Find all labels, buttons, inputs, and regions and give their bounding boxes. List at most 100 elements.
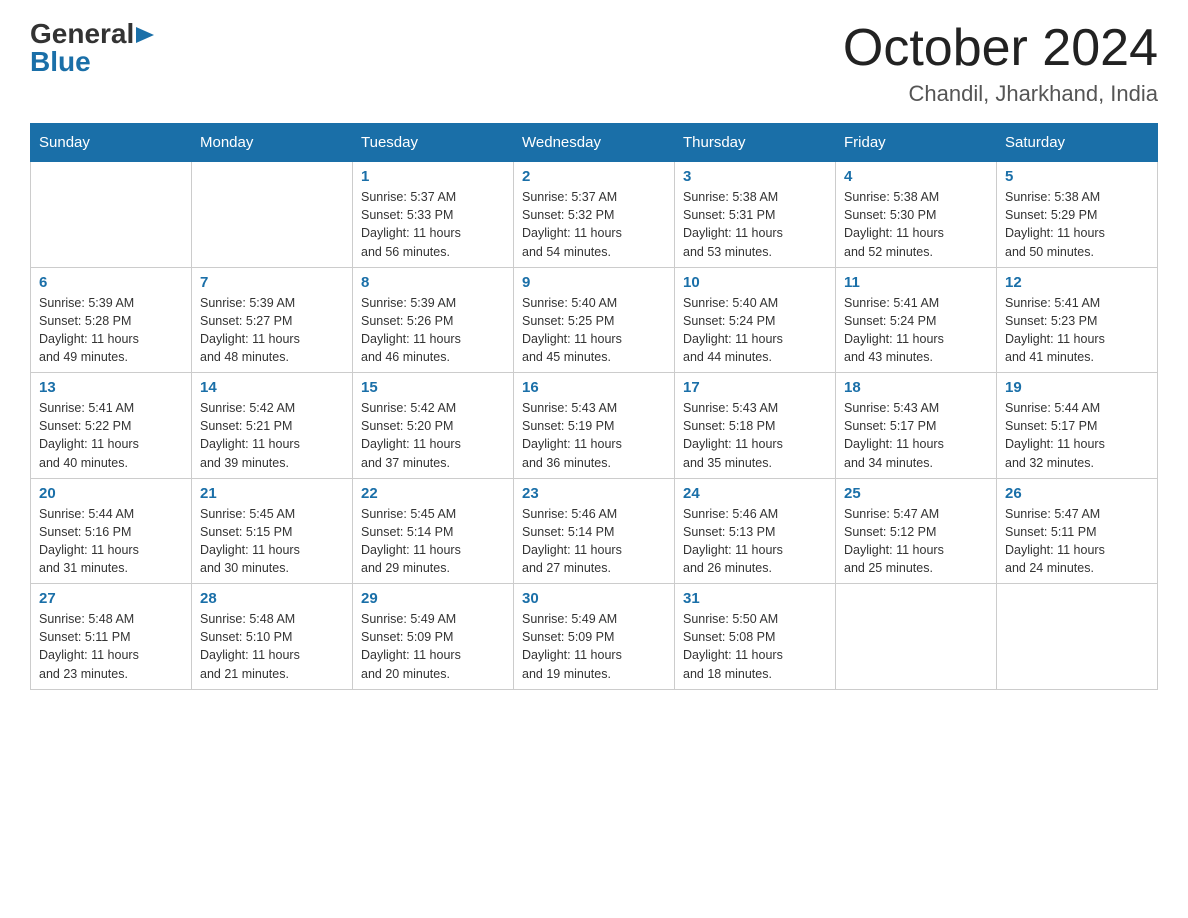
calendar-cell (836, 584, 997, 690)
calendar-cell: 31 Sunrise: 5:50 AMSunset: 5:08 PMDayligh… (675, 584, 836, 690)
calendar-cell: 2 Sunrise: 5:37 AMSunset: 5:32 PMDaylight… (514, 162, 675, 268)
day-info: Sunrise: 5:48 AMSunset: 5:10 PMDaylight:… (200, 610, 344, 683)
day-number: 4 (844, 168, 988, 185)
week-row-4: 20 Sunrise: 5:44 AMSunset: 5:16 PMDayligh… (31, 478, 1158, 584)
title-section: October 2024 Chandil, Jharkhand, India (843, 20, 1158, 107)
day-number: 26 (1005, 485, 1149, 502)
day-info: Sunrise: 5:37 AMSunset: 5:33 PMDaylight:… (361, 188, 505, 261)
calendar-cell: 29 Sunrise: 5:49 AMSunset: 5:09 PMDayligh… (353, 584, 514, 690)
calendar-cell: 6 Sunrise: 5:39 AMSunset: 5:28 PMDaylight… (31, 267, 192, 373)
day-number: 12 (1005, 274, 1149, 291)
calendar-cell: 3 Sunrise: 5:38 AMSunset: 5:31 PMDaylight… (675, 162, 836, 268)
day-number: 8 (361, 274, 505, 291)
calendar-cell (997, 584, 1158, 690)
calendar-cell: 18Sunrise: 5:43 AMSunset: 5:17 PMDayligh… (836, 373, 997, 479)
day-number: 9 (522, 274, 666, 291)
day-number: 14 (200, 379, 344, 396)
day-info: Sunrise: 5:43 AMSunset: 5:18 PMDaylight:… (683, 399, 827, 472)
day-info: Sunrise: 5:46 AMSunset: 5:13 PMDaylight:… (683, 505, 827, 578)
logo: General Blue (30, 20, 154, 76)
day-number: 27 (39, 590, 183, 607)
calendar-cell: 26 Sunrise: 5:47 AMSunset: 5:11 PMDayligh… (997, 478, 1158, 584)
day-number: 1 (361, 168, 505, 185)
day-number: 24 (683, 485, 827, 502)
calendar-cell: 25Sunrise: 5:47 AMSunset: 5:12 PMDayligh… (836, 478, 997, 584)
day-number: 11 (844, 274, 988, 291)
day-number: 19 (1005, 379, 1149, 396)
day-info: Sunrise: 5:49 AMSunset: 5:09 PMDaylight:… (361, 610, 505, 683)
day-info: Sunrise: 5:44 AMSunset: 5:17 PMDaylight:… (1005, 399, 1149, 472)
day-info: Sunrise: 5:47 AMSunset: 5:11 PMDaylight:… (1005, 505, 1149, 578)
day-number: 23 (522, 485, 666, 502)
weekday-header-sunday: Sunday (31, 124, 192, 162)
calendar-table: SundayMondayTuesdayWednesdayThursdayFrid… (30, 123, 1158, 690)
weekday-header-monday: Monday (192, 124, 353, 162)
page-header: General Blue October 2024 Chandil, Jhark… (30, 20, 1158, 107)
calendar-cell: 16 Sunrise: 5:43 AMSunset: 5:19 PMDayligh… (514, 373, 675, 479)
day-info: Sunrise: 5:43 AMSunset: 5:19 PMDaylight:… (522, 399, 666, 472)
calendar-cell: 22 Sunrise: 5:45 AMSunset: 5:14 PMDayligh… (353, 478, 514, 584)
calendar-cell: 27 Sunrise: 5:48 AMSunset: 5:11 PMDayligh… (31, 584, 192, 690)
logo-triangle-icon (136, 27, 154, 43)
day-info: Sunrise: 5:37 AMSunset: 5:32 PMDaylight:… (522, 188, 666, 261)
day-number: 21 (200, 485, 344, 502)
calendar-cell: 12Sunrise: 5:41 AMSunset: 5:23 PMDayligh… (997, 267, 1158, 373)
calendar-cell: 24 Sunrise: 5:46 AMSunset: 5:13 PMDayligh… (675, 478, 836, 584)
calendar-cell: 10 Sunrise: 5:40 AMSunset: 5:24 PMDayligh… (675, 267, 836, 373)
month-title: October 2024 (843, 20, 1158, 77)
calendar-cell: 21Sunrise: 5:45 AMSunset: 5:15 PMDayligh… (192, 478, 353, 584)
weekday-header-wednesday: Wednesday (514, 124, 675, 162)
calendar-cell (31, 162, 192, 268)
weekday-header-tuesday: Tuesday (353, 124, 514, 162)
calendar-cell: 30 Sunrise: 5:49 AMSunset: 5:09 PMDayligh… (514, 584, 675, 690)
day-number: 22 (361, 485, 505, 502)
calendar-cell: 28Sunrise: 5:48 AMSunset: 5:10 PMDayligh… (192, 584, 353, 690)
calendar-cell: 8Sunrise: 5:39 AMSunset: 5:26 PMDaylight… (353, 267, 514, 373)
day-info: Sunrise: 5:39 AMSunset: 5:28 PMDaylight:… (39, 294, 183, 367)
day-number: 18 (844, 379, 988, 396)
day-number: 7 (200, 274, 344, 291)
week-row-2: 6 Sunrise: 5:39 AMSunset: 5:28 PMDaylight… (31, 267, 1158, 373)
day-info: Sunrise: 5:49 AMSunset: 5:09 PMDaylight:… (522, 610, 666, 683)
calendar-cell: 13 Sunrise: 5:41 AMSunset: 5:22 PMDayligh… (31, 373, 192, 479)
day-number: 29 (361, 590, 505, 607)
calendar-cell: 17 Sunrise: 5:43 AMSunset: 5:18 PMDayligh… (675, 373, 836, 479)
day-number: 30 (522, 590, 666, 607)
week-row-1: 1 Sunrise: 5:37 AMSunset: 5:33 PMDaylight… (31, 162, 1158, 268)
day-number: 15 (361, 379, 505, 396)
day-number: 17 (683, 379, 827, 396)
day-number: 20 (39, 485, 183, 502)
day-info: Sunrise: 5:50 AMSunset: 5:08 PMDaylight:… (683, 610, 827, 683)
day-number: 2 (522, 168, 666, 185)
day-number: 10 (683, 274, 827, 291)
day-info: Sunrise: 5:41 AMSunset: 5:24 PMDaylight:… (844, 294, 988, 367)
calendar-cell: 20 Sunrise: 5:44 AMSunset: 5:16 PMDayligh… (31, 478, 192, 584)
calendar-cell: 5 Sunrise: 5:38 AMSunset: 5:29 PMDaylight… (997, 162, 1158, 268)
day-number: 3 (683, 168, 827, 185)
day-number: 13 (39, 379, 183, 396)
day-info: Sunrise: 5:44 AMSunset: 5:16 PMDaylight:… (39, 505, 183, 578)
day-number: 5 (1005, 168, 1149, 185)
day-number: 16 (522, 379, 666, 396)
logo-blue: Blue (30, 46, 91, 77)
day-info: Sunrise: 5:38 AMSunset: 5:29 PMDaylight:… (1005, 188, 1149, 261)
day-info: Sunrise: 5:40 AMSunset: 5:24 PMDaylight:… (683, 294, 827, 367)
day-info: Sunrise: 5:45 AMSunset: 5:14 PMDaylight:… (361, 505, 505, 578)
calendar-cell: 11 Sunrise: 5:41 AMSunset: 5:24 PMDayligh… (836, 267, 997, 373)
day-number: 31 (683, 590, 827, 607)
logo-general: General (30, 20, 134, 48)
day-info: Sunrise: 5:48 AMSunset: 5:11 PMDaylight:… (39, 610, 183, 683)
day-number: 6 (39, 274, 183, 291)
day-info: Sunrise: 5:46 AMSunset: 5:14 PMDaylight:… (522, 505, 666, 578)
day-number: 25 (844, 485, 988, 502)
day-info: Sunrise: 5:40 AMSunset: 5:25 PMDaylight:… (522, 294, 666, 367)
weekday-header-friday: Friday (836, 124, 997, 162)
week-row-5: 27 Sunrise: 5:48 AMSunset: 5:11 PMDayligh… (31, 584, 1158, 690)
calendar-cell: 7Sunrise: 5:39 AMSunset: 5:27 PMDaylight… (192, 267, 353, 373)
day-info: Sunrise: 5:41 AMSunset: 5:22 PMDaylight:… (39, 399, 183, 472)
day-info: Sunrise: 5:42 AMSunset: 5:20 PMDaylight:… (361, 399, 505, 472)
calendar-cell: 15 Sunrise: 5:42 AMSunset: 5:20 PMDayligh… (353, 373, 514, 479)
calendar-cell: 9 Sunrise: 5:40 AMSunset: 5:25 PMDaylight… (514, 267, 675, 373)
day-info: Sunrise: 5:38 AMSunset: 5:30 PMDaylight:… (844, 188, 988, 261)
day-info: Sunrise: 5:38 AMSunset: 5:31 PMDaylight:… (683, 188, 827, 261)
